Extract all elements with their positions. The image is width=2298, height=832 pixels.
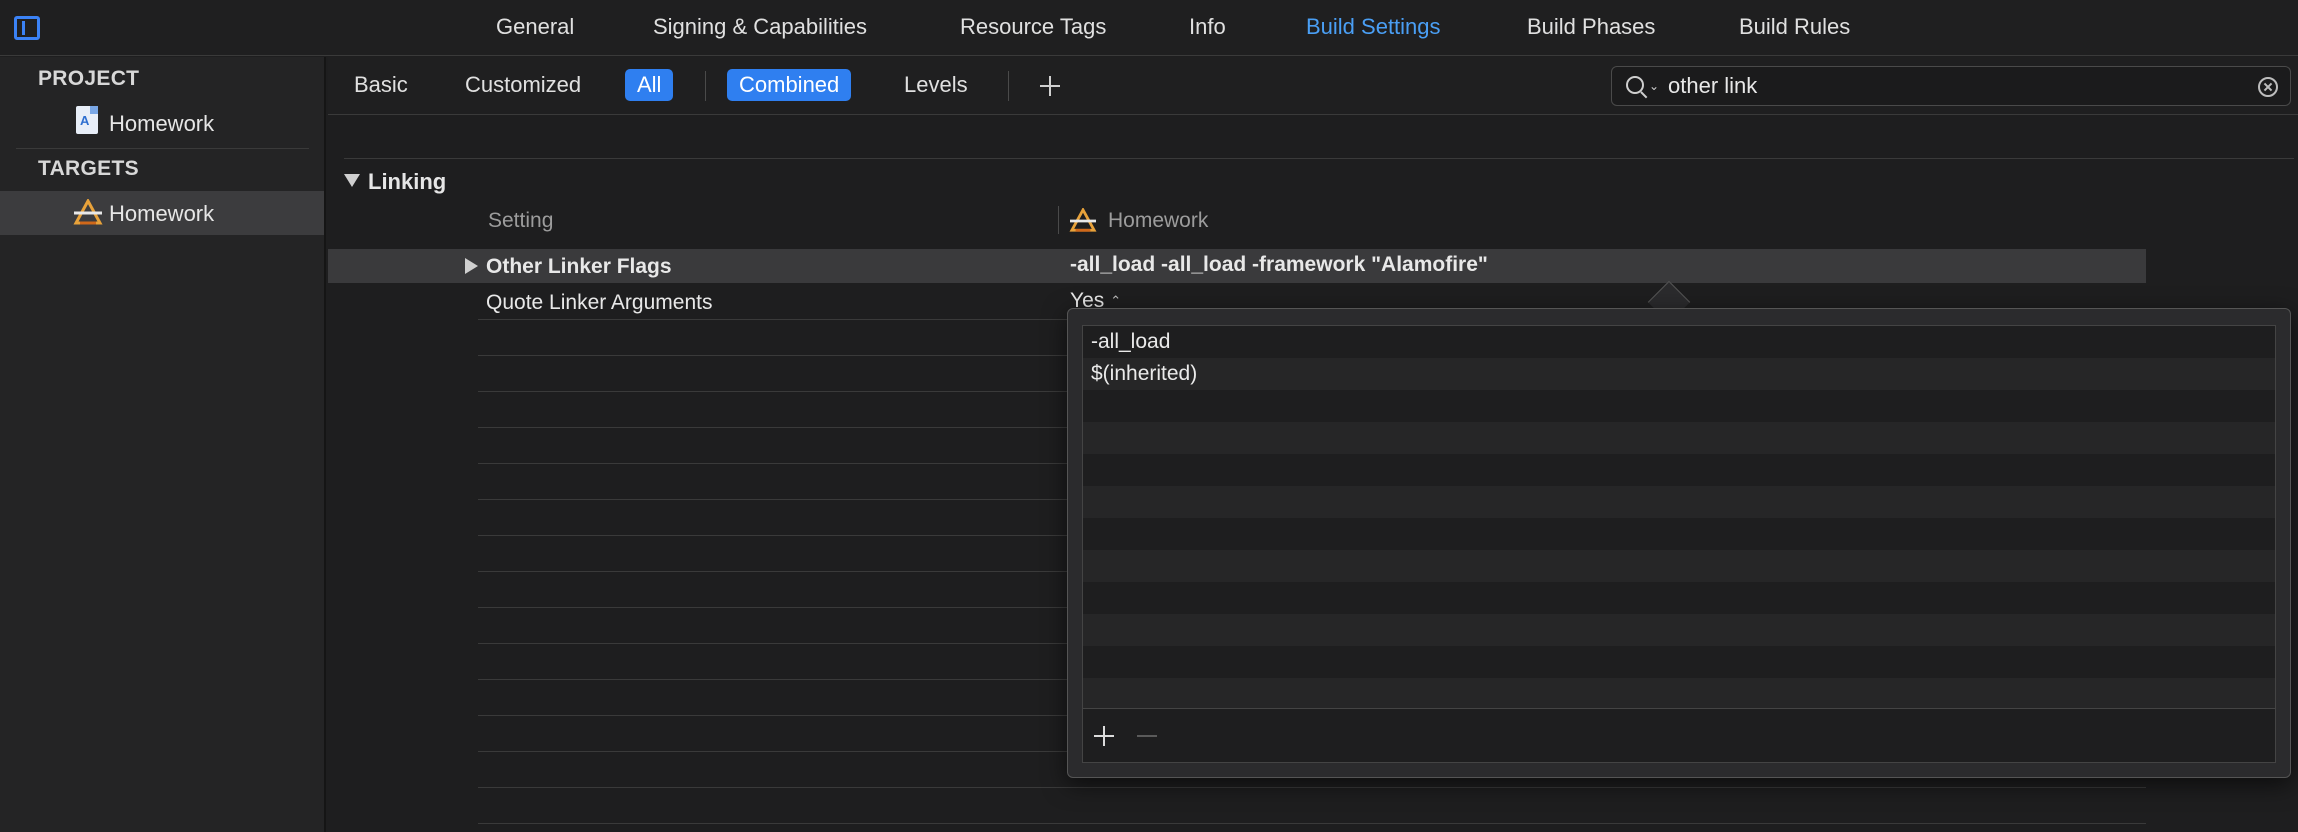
empty-list-row [1083, 486, 2275, 518]
column-separator [1058, 206, 1059, 234]
view-levels-button[interactable]: Levels [898, 69, 974, 101]
target-item-homework[interactable]: Homework [0, 191, 324, 235]
project-navigator: PROJECT Homework TARGETS Homework [0, 57, 326, 832]
app-target-icon [73, 199, 103, 225]
empty-list-row [1083, 678, 2275, 708]
popup-stepper-icon: ⌃ [1110, 293, 1122, 308]
filter-all-button[interactable]: All [625, 69, 674, 101]
empty-list-row [1083, 646, 2275, 678]
remove-flag-minus-icon[interactable] [1137, 735, 1157, 737]
target-item-label: Homework [109, 201, 215, 226]
linker-flags-editor-popover: -all_load $(inherited) [1067, 308, 2291, 778]
build-settings-filter-bar: Basic Customized All Combined Levels ⌄ [328, 57, 2298, 115]
linking-section-header[interactable]: Linking [344, 169, 446, 195]
divider-line [344, 158, 2294, 159]
disclosure-triangle-collapsed-icon[interactable] [465, 258, 478, 274]
column-header-target: Homework [1108, 209, 1209, 232]
tab-build-settings[interactable]: Build Settings [1306, 14, 1441, 40]
project-item-label: Homework [109, 111, 215, 136]
tab-resource-tags[interactable]: Resource Tags [960, 14, 1106, 40]
list-item[interactable]: -all_load [1083, 326, 2275, 358]
filter-customized-button[interactable]: Customized [459, 69, 587, 101]
filter-separator [1008, 71, 1009, 101]
section-title: Linking [368, 169, 447, 194]
setting-name: Quote Linker Arguments [486, 291, 713, 314]
list-item[interactable]: $(inherited) [1083, 358, 2275, 390]
empty-list-row [1083, 582, 2275, 614]
project-file-icon [76, 106, 98, 134]
setting-name: Other Linker Flags [486, 255, 672, 278]
row-divider [478, 787, 2146, 788]
sidebar-toggle-icon[interactable] [14, 16, 40, 40]
app-target-icon [1069, 208, 1097, 232]
tab-info[interactable]: Info [1189, 14, 1226, 40]
filter-basic-button[interactable]: Basic [348, 69, 414, 101]
clear-search-icon[interactable] [2258, 77, 2278, 97]
search-icon [1626, 76, 1644, 94]
tab-general[interactable]: General [496, 14, 574, 40]
tab-build-phases[interactable]: Build Phases [1527, 14, 1655, 40]
empty-list-row [1083, 422, 2275, 454]
empty-list-row [1083, 390, 2275, 422]
setting-value[interactable]: -all_load -all_load -framework "Alamofir… [1070, 253, 1488, 277]
search-field[interactable]: ⌄ [1611, 66, 2291, 106]
project-item-homework[interactable]: Homework [0, 101, 324, 145]
add-setting-plus-icon[interactable] [1032, 69, 1066, 101]
disclosure-triangle-expanded-icon[interactable] [344, 174, 360, 187]
row-divider [478, 823, 2146, 824]
filter-separator [705, 71, 706, 101]
list-toolbar [1082, 709, 2276, 763]
column-header-setting: Setting [488, 209, 554, 232]
search-input[interactable] [1668, 72, 2228, 100]
empty-list-row [1083, 550, 2275, 582]
editor-tab-bar: General Signing & Capabilities Resource … [0, 0, 2298, 56]
empty-list-row [1083, 518, 2275, 550]
tab-build-rules[interactable]: Build Rules [1739, 14, 1850, 40]
setting-row-other-linker-flags[interactable]: Other Linker Flags -all_load -all_load -… [328, 249, 2146, 283]
add-flag-plus-icon[interactable] [1091, 723, 1117, 749]
project-section-header: PROJECT [38, 67, 140, 90]
flags-list: -all_load $(inherited) [1082, 325, 2276, 709]
view-combined-button[interactable]: Combined [727, 69, 852, 101]
tab-signing-capabilities[interactable]: Signing & Capabilities [653, 14, 867, 40]
chevron-down-icon[interactable]: ⌄ [1649, 79, 1659, 93]
empty-list-row [1083, 454, 2275, 486]
targets-section-header: TARGETS [38, 157, 139, 180]
empty-list-row [1083, 614, 2275, 646]
sidebar-divider [16, 148, 309, 149]
